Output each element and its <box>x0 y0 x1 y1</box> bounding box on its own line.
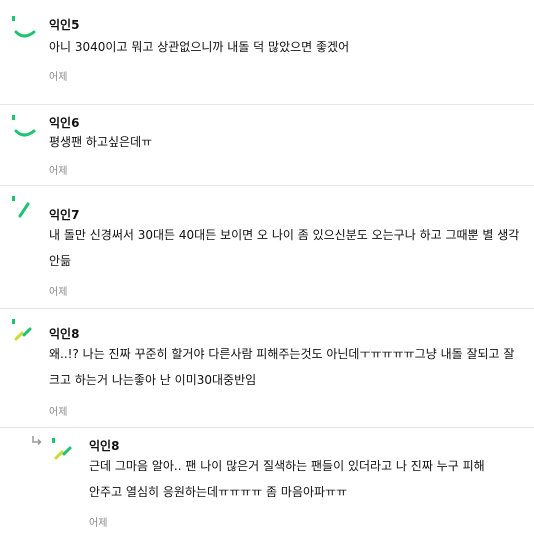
comment-item: 익인8 왜..!? 나는 진짜 꾸준히 할거야 다른사람 피해주는것도 아닌데ㅜ… <box>0 309 534 428</box>
comment-text: 근데 그마음 알아.. 팬 나이 많은거 질색하는 팬들이 있더라고 나 진짜 … <box>89 453 522 505</box>
comment-text: 평생팬 하고싶은데ㅠ <box>49 135 153 149</box>
comment-time: 어제 <box>49 72 68 83</box>
comment-text-line: 크고 하는거 나는좋아 난 이미30대중반임 <box>49 373 257 387</box>
comment-time: 어제 <box>49 166 68 177</box>
comment-text: 내 돌만 신경써서 30대든 40대든 보이면 오 나이 좀 있으신분도 오는구… <box>49 222 522 274</box>
comment-author[interactable]: 익인5 <box>49 16 79 33</box>
comment-item: 익인7 내 돌만 신경써서 30대든 40대든 보이면 오 나이 좀 있으신분도… <box>0 186 534 309</box>
comment-time: 어제 <box>49 287 68 298</box>
comment-author[interactable]: 익인8 <box>49 325 79 342</box>
comment-text: 왜..!? 나는 진짜 꾸준히 할거야 다른사람 피해주는것도 아닌데ㅜㅠㅠㅠㅠ… <box>49 341 522 393</box>
green-arc-icon <box>12 16 36 38</box>
comment-text-line: 안듦 <box>49 254 72 268</box>
comment-item: 익인5 아니 3040이고 뭐고 상관없으니까 내돌 덕 많았으면 좋겠어 어제 <box>0 0 534 105</box>
yellow-green-dashes-icon <box>12 319 32 341</box>
comment-text-line: 내 돌만 신경써서 30대든 40대든 보이면 오 나이 좀 있으신분도 오는구… <box>49 228 520 242</box>
comment-author[interactable]: 익인8 <box>89 437 119 454</box>
reply-item: 익인8 근데 그마음 알아.. 팬 나이 많은거 질색하는 팬들이 있더라고 나… <box>0 424 534 536</box>
green-arc-icon <box>12 115 36 137</box>
green-slash-icon <box>12 196 30 218</box>
comment-text-line: 근데 그마음 알아.. 팬 나이 많은거 질색하는 팬들이 있더라고 나 진짜 … <box>89 459 485 473</box>
comment-time: 어제 <box>89 518 108 529</box>
comment-author[interactable]: 익인7 <box>49 206 79 223</box>
comment-text: 아니 3040이고 뭐고 상관없으니까 내돌 덕 많았으면 좋겠어 <box>49 40 350 54</box>
yellow-green-dashes-icon <box>52 438 72 460</box>
comment-item: 익인6 평생팬 하고싶은데ㅠ 어제 <box>0 105 534 186</box>
comment-time: 어제 <box>49 407 68 418</box>
reply-arrow-icon <box>32 436 42 446</box>
comment-text-line: 왜..!? 나는 진짜 꾸준히 할거야 다른사람 피해주는것도 아닌데ㅜㅠㅠㅠㅠ… <box>49 347 515 361</box>
comment-text-line: 안주고 열심히 응원하는데ㅠㅠㅠㅠ 좀 마음아파ㅠㅠ <box>89 485 348 499</box>
